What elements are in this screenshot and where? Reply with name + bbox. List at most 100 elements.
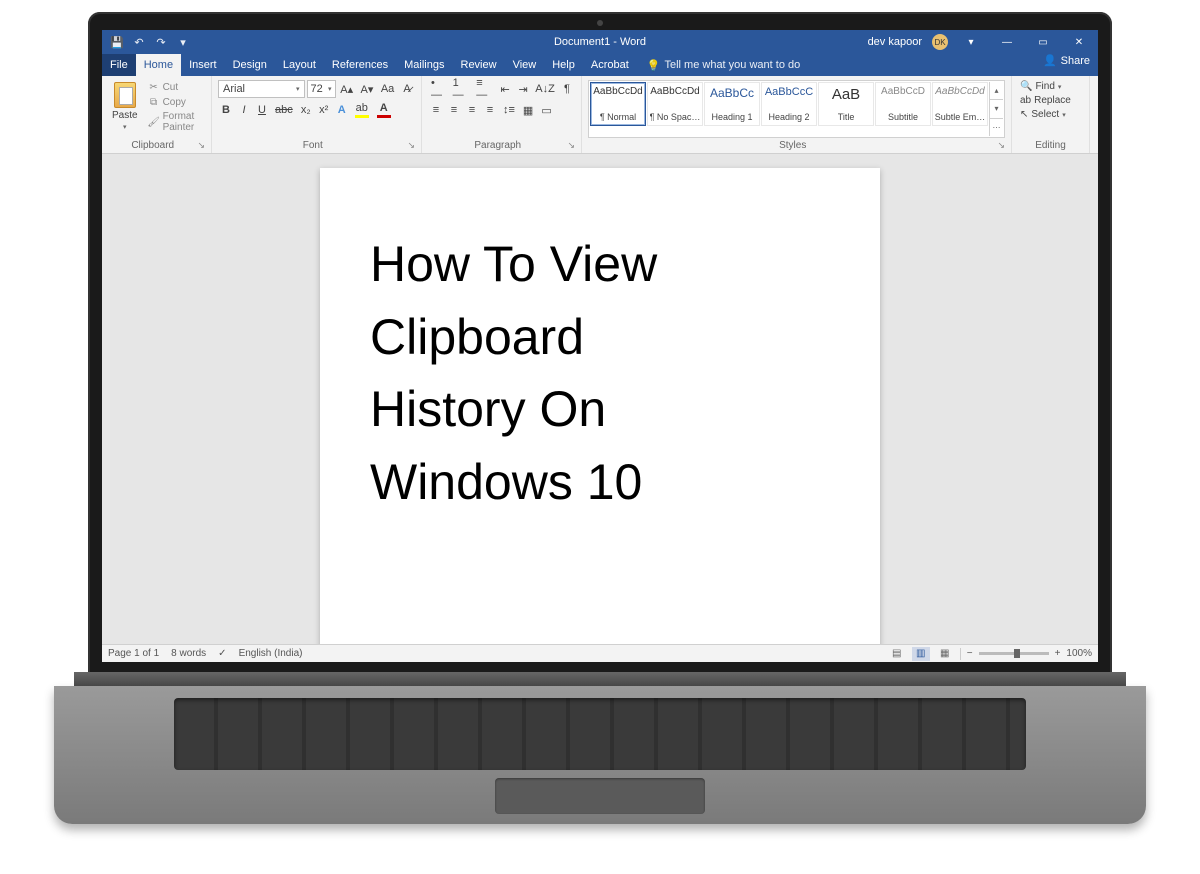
numbering-button[interactable]: 1— [450,80,472,98]
minimize-button[interactable]: — [994,33,1020,51]
tab-design[interactable]: Design [225,54,275,76]
clipboard-launcher-icon[interactable]: ↘ [197,140,205,151]
style-title[interactable]: AaB Title [818,82,874,126]
word-count[interactable]: 8 words [171,648,206,659]
line-spacing-button[interactable]: ↕≡ [500,101,518,119]
justify-button[interactable]: ≡ [482,101,498,119]
qat-dropdown-icon[interactable]: ▾ [176,35,190,49]
user-avatar[interactable]: DK [932,34,948,50]
bullets-button[interactable]: •— [428,80,448,98]
tab-review[interactable]: Review [453,54,505,76]
tab-file[interactable]: File [102,54,136,76]
style-normal[interactable]: AaBbCcDd ¶ Normal [590,82,646,126]
replace-label: Replace [1034,95,1071,106]
save-icon[interactable]: 💾 [110,35,124,49]
font-size-combo[interactable]: 72 ▾ [307,80,336,98]
align-center-button[interactable]: ≡ [446,101,462,119]
ribbon-options-icon[interactable]: ▾ [958,33,984,51]
align-left-button[interactable]: ≡ [428,101,444,119]
copy-button[interactable]: ⧉ Copy [146,95,205,109]
chevron-down-icon: ▾ [1062,111,1066,119]
replace-button[interactable]: ab Replace [1018,94,1083,107]
group-label-clipboard: Clipboard [131,140,174,151]
document-page[interactable]: How To View Clipboard History On Windows… [320,168,880,644]
style-subtitle[interactable]: AaBbCcD Subtitle [875,82,931,126]
bold-button[interactable]: B [218,101,234,119]
tab-layout[interactable]: Layout [275,54,324,76]
gallery-down-icon[interactable]: ▾ [990,100,1003,118]
font-color-button[interactable]: A [374,101,394,119]
style-preview: AaBbCcC [765,86,813,98]
strikethrough-button[interactable]: abc [272,101,296,119]
group-label-editing: Editing [1035,140,1066,151]
document-text[interactable]: How To View Clipboard History On Windows… [370,228,830,518]
subscript-button[interactable]: x₂ [298,101,314,119]
style-heading-1[interactable]: AaBbCc Heading 1 [704,82,760,126]
share-button[interactable]: 👤 Share [1043,54,1090,67]
undo-icon[interactable]: ↶ [132,35,146,49]
italic-button[interactable]: I [236,101,252,119]
paragraph-launcher-icon[interactable]: ↘ [567,140,575,151]
sort-button[interactable]: A↓Z [533,80,557,98]
shrink-font-button[interactable]: A▾ [358,80,376,98]
change-case-button[interactable]: Aa [378,80,397,98]
zoom-thumb[interactable] [1014,649,1020,658]
group-acrobat: 📄 Create and Share Adobe PDF ✍ Request S… [1090,76,1098,153]
user-name[interactable]: dev kapoor [868,36,922,48]
multilevel-list-button[interactable]: ≡— [473,80,495,98]
tab-home[interactable]: Home [136,54,181,76]
spell-check-icon[interactable]: ✓ [218,648,226,659]
clear-formatting-button[interactable]: A̷ [399,80,415,98]
style-subtle-emphasis[interactable]: AaBbCcDd Subtle Em… [932,82,988,126]
select-button[interactable]: ↖ Select ▾ [1018,108,1083,121]
grow-font-button[interactable]: A▴ [338,80,356,98]
style-no-spacing[interactable]: AaBbCcDd ¶ No Spac… [647,82,703,126]
style-preview: AaBbCcD [881,86,925,97]
document-area[interactable]: How To View Clipboard History On Windows… [102,154,1098,644]
tab-view[interactable]: View [505,54,545,76]
copy-label: Copy [163,97,186,108]
highlight-button[interactable]: ab [352,101,372,119]
show-marks-button[interactable]: ¶ [559,80,575,98]
quick-access-toolbar: 💾 ↶ ↷ ▾ [102,35,198,49]
web-layout-icon[interactable]: ▦ [936,647,954,661]
shading-button[interactable]: ▦ [520,101,536,119]
paste-button[interactable]: Paste ▾ [108,80,142,138]
language-indicator[interactable]: English (India) [239,648,303,659]
zoom-out-button[interactable]: − [967,648,973,659]
gallery-up-icon[interactable]: ▴ [990,82,1003,100]
tab-help[interactable]: Help [544,54,583,76]
tab-mailings[interactable]: Mailings [396,54,452,76]
tab-acrobat[interactable]: Acrobat [583,54,637,76]
zoom-level[interactable]: 100% [1066,648,1092,659]
page-indicator[interactable]: Page 1 of 1 [108,648,159,659]
decrease-indent-button[interactable]: ⇤ [497,80,513,98]
font-name-combo[interactable]: Arial ▾ [218,80,305,98]
find-button[interactable]: 🔍 Find ▾ [1018,80,1083,93]
zoom-slider[interactable] [979,652,1049,655]
text-effects-button[interactable]: A [334,101,350,119]
format-painter-button[interactable]: 🖌 Format Painter [146,110,205,134]
tab-references[interactable]: References [324,54,396,76]
style-heading-2[interactable]: AaBbCcC Heading 2 [761,82,817,126]
align-right-button[interactable]: ≡ [464,101,480,119]
ribbon: Paste ▾ ✂ Cut ⧉ Copy [102,76,1098,154]
print-layout-icon[interactable]: ▥ [912,647,930,661]
close-button[interactable]: ✕ [1066,33,1092,51]
redo-icon[interactable]: ↷ [154,35,168,49]
maximize-button[interactable]: ▭ [1030,33,1056,51]
style-name: ¶ No Spac… [650,112,701,122]
create-share-pdf-button[interactable]: 📄 Create and Share Adobe PDF [1096,80,1098,140]
tell-me-search[interactable]: 💡 Tell me what you want to do [647,54,800,76]
read-mode-icon[interactable]: ▤ [888,647,906,661]
increase-indent-button[interactable]: ⇥ [515,80,531,98]
borders-button[interactable]: ▭ [538,101,554,119]
styles-launcher-icon[interactable]: ↘ [997,140,1005,151]
cut-button[interactable]: ✂ Cut [146,80,205,94]
gallery-more-icon[interactable]: ⋯ [990,119,1003,136]
zoom-in-button[interactable]: + [1055,648,1061,659]
font-launcher-icon[interactable]: ↘ [407,140,415,151]
superscript-button[interactable]: x² [316,101,332,119]
underline-button[interactable]: U [254,101,270,119]
tab-insert[interactable]: Insert [181,54,225,76]
